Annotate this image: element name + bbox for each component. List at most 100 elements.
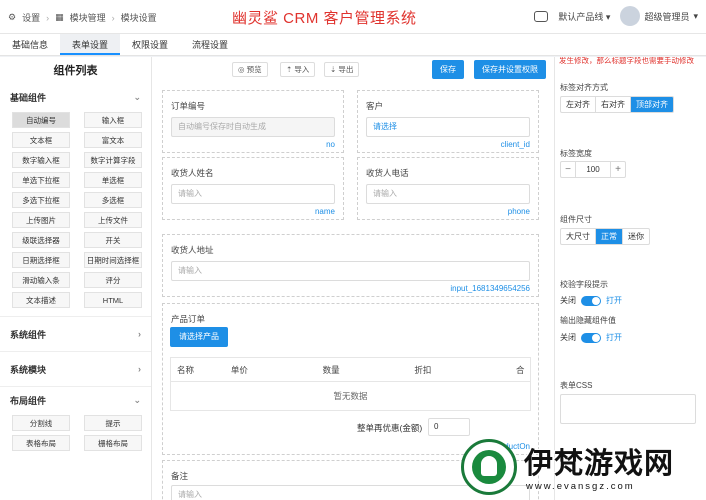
tab-form-settings[interactable]: 表单设置 bbox=[60, 34, 121, 55]
field-label: 收货人电话 bbox=[366, 168, 409, 178]
component-item[interactable]: 富文本 bbox=[84, 132, 142, 148]
component-item[interactable]: 日期时间选择框 bbox=[84, 252, 142, 268]
form-toolbar: ◎ 预览 ⇡ 导入 ⇣ 导出 保存 保存并设置权限 bbox=[152, 57, 554, 85]
warning-text: 发生修改，那么标题字段也需要手动修改 bbox=[559, 57, 694, 65]
tab-basic-info[interactable]: 基础信息 bbox=[0, 34, 60, 55]
field-receiver-address[interactable]: 收货人地址 请输入 input_1681349654256 bbox=[162, 234, 539, 297]
component-item[interactable]: 输入框 bbox=[84, 112, 142, 128]
component-item[interactable]: 单选框 bbox=[84, 172, 142, 188]
component-item[interactable]: 数字输入框 bbox=[12, 152, 70, 168]
import-label: 导入 bbox=[294, 65, 310, 74]
label-width-value[interactable]: 100 bbox=[575, 162, 611, 177]
select-product-button[interactable]: 请选择产品 bbox=[170, 327, 228, 347]
upload-icon: ⇡ bbox=[286, 65, 293, 74]
component-item[interactable]: 自动编号 bbox=[12, 112, 70, 128]
hidden-output-toggle-row: 关闭 打开 bbox=[560, 332, 622, 343]
component-item[interactable]: 提示 bbox=[84, 415, 142, 431]
field-label: 客户 bbox=[366, 101, 384, 111]
component-item[interactable]: 滑动输入条 bbox=[12, 272, 70, 288]
save-and-set-permission-button[interactable]: 保存并设置权限 bbox=[474, 60, 546, 79]
remark-input[interactable]: 请输入 bbox=[171, 485, 530, 500]
component-item[interactable]: 评分 bbox=[84, 272, 142, 288]
align-top-option[interactable]: 顶部对齐 bbox=[631, 97, 673, 112]
settings-tabs: 基础信息 表单设置 权限设置 流程设置 bbox=[0, 34, 706, 56]
group-layout-components[interactable]: 布局组件 ⌄ bbox=[0, 389, 151, 411]
avatar bbox=[620, 6, 641, 26]
size-mini-option[interactable]: 迷你 bbox=[623, 229, 649, 244]
align-left-option[interactable]: 左对齐 bbox=[561, 97, 596, 112]
field-label: 收货人地址 bbox=[171, 245, 214, 255]
size-large-option[interactable]: 大尺寸 bbox=[561, 229, 596, 244]
customer-select[interactable]: 请选择 bbox=[366, 117, 530, 137]
component-item[interactable]: 日期选择框 bbox=[12, 252, 70, 268]
on-label: 打开 bbox=[606, 296, 622, 305]
component-item[interactable]: 文本框 bbox=[12, 132, 70, 148]
on-label: 打开 bbox=[606, 333, 622, 342]
group-label: 基础组件 bbox=[10, 92, 47, 103]
component-item[interactable]: 上传图片 bbox=[12, 212, 70, 228]
group-system-modules[interactable]: 系统模块 › bbox=[0, 358, 151, 380]
component-item[interactable]: 多选框 bbox=[84, 192, 142, 208]
product-line-select[interactable]: 默认产品线 ▾ bbox=[558, 10, 610, 23]
component-item[interactable]: 栅格布局 bbox=[84, 435, 142, 451]
breadcrumb-item[interactable]: 模块管理 bbox=[70, 11, 106, 24]
field-receiver-phone[interactable]: 收货人电话 请输入 phone bbox=[357, 157, 539, 220]
chevron-down-icon: ⌄ bbox=[133, 394, 141, 405]
receiver-phone-input[interactable]: 请输入 bbox=[366, 184, 530, 204]
field-label: 产品订单 bbox=[171, 314, 206, 324]
discount-input[interactable]: 0 bbox=[428, 418, 470, 436]
receiver-name-input[interactable]: 请输入 bbox=[171, 184, 335, 204]
decrement-button[interactable]: − bbox=[561, 162, 575, 177]
empty-state: 暂无数据 bbox=[333, 391, 368, 401]
tab-flow-settings[interactable]: 流程设置 bbox=[180, 34, 240, 55]
form-css-textarea[interactable] bbox=[560, 394, 696, 424]
component-item[interactable]: 表格布局 bbox=[12, 435, 70, 451]
off-label: 关闭 bbox=[560, 296, 576, 305]
receiver-address-input[interactable]: 请输入 bbox=[171, 261, 530, 281]
top-right-tools: 默认产品线 ▾ 超级管理员 ▾ bbox=[534, 6, 698, 26]
group-system-components[interactable]: 系统组件 › bbox=[0, 323, 151, 345]
component-item[interactable]: 文本描述 bbox=[12, 292, 70, 308]
chevron-right-icon: › bbox=[138, 329, 141, 339]
field-key: input_1681349654256 bbox=[450, 284, 530, 293]
field-customer[interactable]: 客户 请选择 client_id bbox=[357, 90, 539, 153]
component-item[interactable]: 数字计算字段 bbox=[84, 152, 142, 168]
component-item[interactable]: 单选下拉框 bbox=[12, 172, 70, 188]
verify-hint-switch[interactable] bbox=[581, 295, 601, 306]
table-header: 名称 单价 数量 折扣 合 bbox=[171, 358, 530, 382]
export-label: 导出 bbox=[338, 65, 354, 74]
component-item[interactable]: 多选下拉框 bbox=[12, 192, 70, 208]
chat-icon[interactable] bbox=[534, 10, 549, 22]
tab-permission-settings[interactable]: 权限设置 bbox=[120, 34, 180, 55]
component-item[interactable]: 分割线 bbox=[12, 415, 70, 431]
gear-icon[interactable]: ⚙ bbox=[8, 12, 16, 23]
component-item[interactable]: 开关 bbox=[84, 232, 142, 248]
increment-button[interactable]: + bbox=[611, 162, 625, 177]
layout-component-grid: 分割线 提示 表格布局 栅格布局 bbox=[0, 411, 151, 459]
component-item[interactable]: 级联选择器 bbox=[12, 232, 70, 248]
export-button[interactable]: ⇣ 导出 bbox=[324, 62, 360, 77]
hidden-output-switch[interactable] bbox=[581, 332, 601, 343]
field-order-no[interactable]: 订单编号 自动编号保存时自动生成 no bbox=[162, 90, 344, 153]
field-key: client_id bbox=[500, 140, 530, 149]
discount-label: 整单再优惠(金额) bbox=[357, 423, 423, 433]
user-menu[interactable]: 超级管理员 ▾ bbox=[620, 6, 698, 26]
breadcrumb-item[interactable]: 设置 bbox=[22, 11, 40, 24]
import-button[interactable]: ⇡ 导入 bbox=[280, 62, 316, 77]
group-basic-components[interactable]: 基础组件 ⌄ bbox=[0, 86, 151, 108]
field-receiver-name[interactable]: 收货人姓名 请输入 name bbox=[162, 157, 344, 220]
preview-button[interactable]: ◎ 预览 bbox=[232, 62, 268, 77]
component-item[interactable]: 上传文件 bbox=[84, 212, 142, 228]
component-item[interactable]: HTML bbox=[84, 292, 142, 308]
hidden-output-title: 输出隐藏组件值 bbox=[560, 316, 616, 325]
save-button[interactable]: 保存 bbox=[432, 60, 464, 79]
product-line-label: 默认产品线 bbox=[558, 11, 604, 22]
field-remark[interactable]: 备注 请输入 bbox=[162, 460, 539, 500]
chevron-down-icon: ▾ bbox=[605, 11, 611, 22]
size-normal-option[interactable]: 正常 bbox=[596, 229, 623, 244]
chevron-right-icon: › bbox=[46, 12, 50, 23]
group-label: 布局组件 bbox=[10, 395, 47, 406]
grid-icon: ▦ bbox=[55, 12, 64, 22]
column-header: 合 bbox=[516, 364, 525, 375]
align-right-option[interactable]: 右对齐 bbox=[596, 97, 631, 112]
